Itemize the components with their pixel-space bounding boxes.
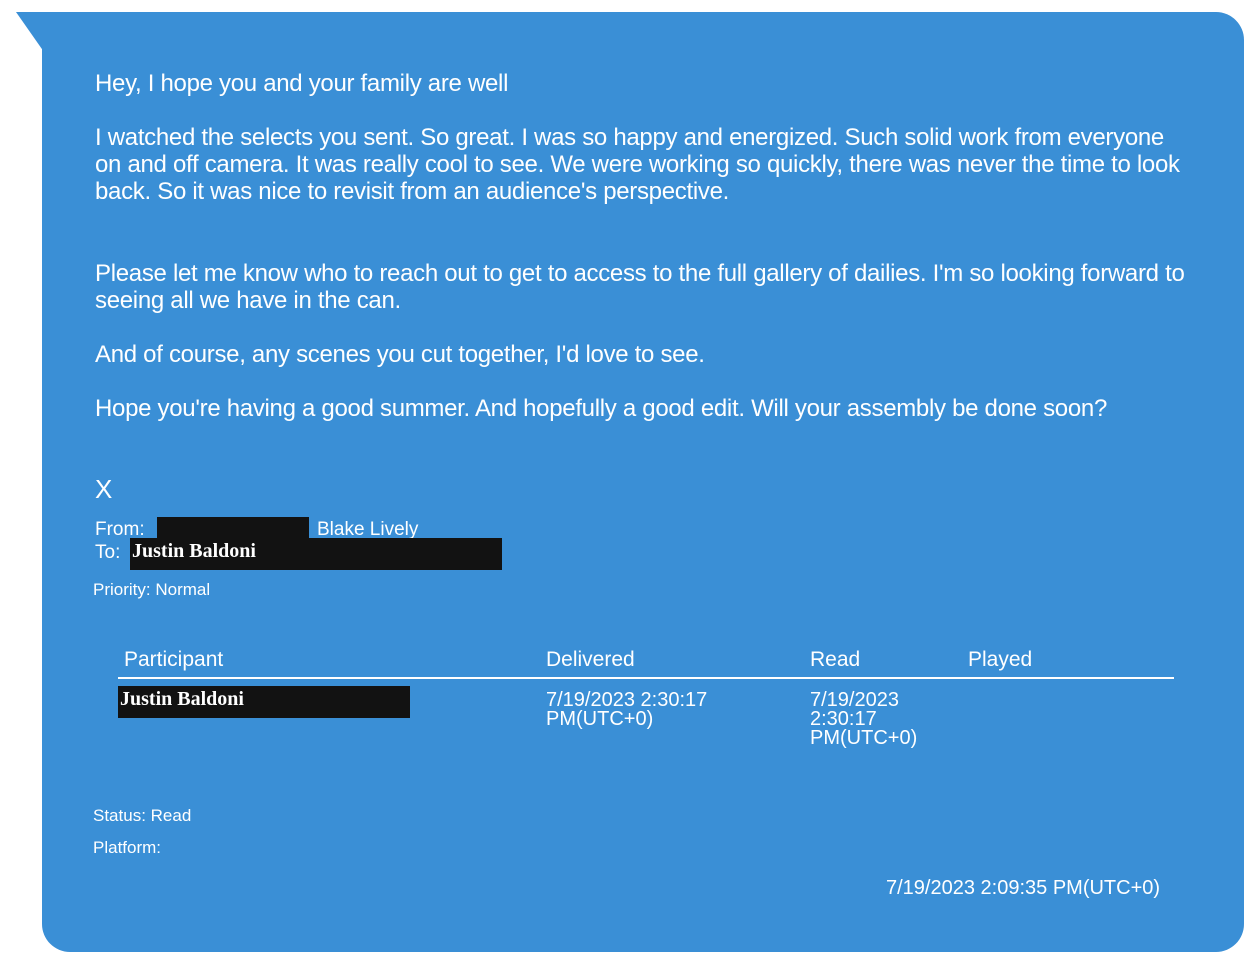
message-signoff: X bbox=[95, 474, 113, 504]
bubble-tail bbox=[16, 12, 44, 52]
platform: Platform: bbox=[93, 838, 162, 857]
message-paragraph-4: Hope you're having a good summer. And ho… bbox=[95, 395, 1107, 422]
message-paragraph-3: And of course, any scenes you cut togeth… bbox=[95, 341, 705, 368]
to-label: To: bbox=[95, 542, 121, 563]
col-delivered: Delivered bbox=[546, 648, 635, 671]
col-participant: Participant bbox=[124, 648, 224, 671]
participant-redacted: Justin Baldoni bbox=[118, 686, 410, 718]
participant-name: Justin Baldoni bbox=[120, 688, 244, 710]
message-paragraph-2: Please let me know who to reach out to g… bbox=[95, 260, 1185, 314]
col-played: Played bbox=[968, 648, 1033, 671]
priority: Priority: Normal bbox=[93, 580, 211, 599]
message-timestamp: 7/19/2023 2:09:35 PM(UTC+0) bbox=[886, 877, 1161, 899]
col-read: Read bbox=[810, 648, 861, 671]
read-time: 7/19/2023 2:30:17 PM(UTC+0) bbox=[810, 689, 918, 749]
delivered-time: 7/19/2023 2:30:17 PM(UTC+0) bbox=[546, 689, 708, 730]
status: Status: Read bbox=[93, 806, 192, 825]
message-greeting: Hey, I hope you and your family are well bbox=[95, 70, 509, 97]
to-name: Justin Baldoni bbox=[132, 540, 256, 562]
table-header-divider bbox=[118, 677, 1174, 679]
to-name-redacted: Justin Baldoni bbox=[130, 538, 502, 570]
message-paragraph-1: I watched the selects you sent. So great… bbox=[95, 124, 1180, 205]
